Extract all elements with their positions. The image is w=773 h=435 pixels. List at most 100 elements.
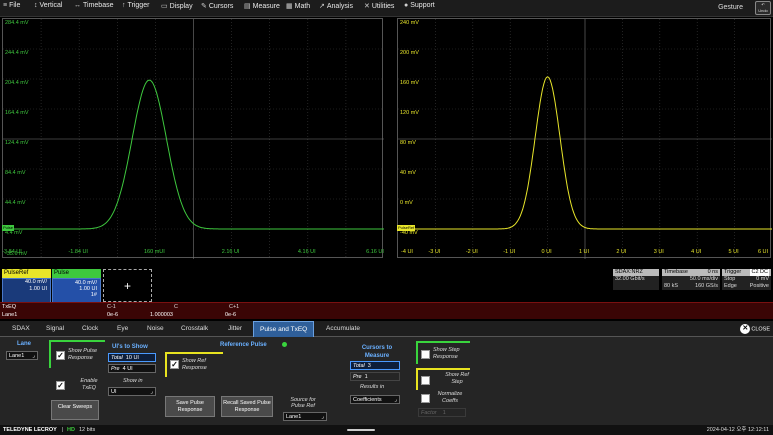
- source-pulse-ref-select[interactable]: Lane1 ⌟: [283, 412, 327, 421]
- display-icon: ▭: [161, 3, 168, 10]
- col-header: C+1: [229, 304, 240, 310]
- show-in-label: Show in: [123, 378, 143, 384]
- menu-measure[interactable]: ▤ Measure: [244, 2, 280, 10]
- right-waveform-grid[interactable]: [397, 18, 772, 259]
- y-tick-label: 164.4 mV: [5, 110, 29, 116]
- trace-marker[interactable]: Pulse: [2, 225, 15, 231]
- factor-field[interactable]: Factor 1: [418, 408, 466, 417]
- cursors-pre-value: 1: [364, 374, 368, 380]
- menu-vertical[interactable]: ↕ Vertical: [34, 2, 62, 9]
- col-value: 0e-6: [225, 312, 237, 318]
- x-tick-label: 160 mUI: [143, 249, 165, 255]
- add-trace-button[interactable]: +: [103, 269, 152, 302]
- trace-descriptor-pulseref[interactable]: PulseRef 40.0 mV/ 1.00 UI: [2, 269, 51, 304]
- tab-signal[interactable]: Signal: [46, 325, 64, 332]
- x-tick-label: 6 UI: [757, 249, 769, 255]
- trigger-icon: ↑: [122, 2, 126, 9]
- datetime-label: 2024-04-12 오후 12:12:11: [706, 427, 769, 433]
- bits-label: 12 bits: [79, 427, 96, 433]
- green-highlight: [49, 340, 105, 342]
- timebase-title: Timebase: [664, 269, 688, 275]
- menu-label: Vertical: [39, 2, 63, 9]
- tab-sdax[interactable]: SDAX: [12, 325, 30, 332]
- show-ref-response-checkbox[interactable]: ✓: [170, 360, 179, 369]
- menu-support[interactable]: ● Support: [404, 2, 435, 9]
- trace-marker[interactable]: PulseRef: [397, 225, 416, 231]
- cursors-pre-label: Pre: [353, 374, 362, 380]
- trace-hscale: 1.00 UI: [29, 286, 47, 292]
- check-icon: ✓: [57, 351, 64, 360]
- show-step-response-checkbox[interactable]: [421, 350, 430, 359]
- x-tick-label: -1.84 UI: [68, 249, 88, 255]
- trace-descriptor-pulse[interactable]: Pulse 40.0 mV/ 1.00 UI 1#: [52, 269, 101, 304]
- save-pulse-response-button[interactable]: Save Pulse Response: [165, 396, 215, 417]
- pre-ui-label: Pre: [111, 366, 120, 372]
- tab-noise[interactable]: Noise: [147, 325, 164, 332]
- sdax-descriptor[interactable]: SDAX:NRZ 32.00 Gbit/s: [613, 269, 659, 290]
- close-button[interactable]: ✕ CLOSE: [740, 324, 770, 334]
- show-ref-step-checkbox[interactable]: [421, 376, 430, 385]
- tab-crosstalk[interactable]: Crosstalk: [181, 325, 208, 332]
- y-tick-label: 284.4 mV: [5, 20, 29, 26]
- lane-select-value: Lane1: [9, 353, 25, 359]
- source-pulse-ref-label: Source for Pulse Ref: [290, 397, 316, 409]
- results-in-select[interactable]: Coefficients ⌟: [350, 395, 400, 404]
- normalize-coeffs-checkbox[interactable]: [421, 394, 430, 403]
- results-value: Coefficients: [353, 397, 382, 403]
- menu-label: Analysis: [326, 3, 353, 10]
- trace-vscale: 40.0 mV/: [24, 279, 47, 285]
- support-icon: ●: [404, 2, 409, 9]
- left-waveform-grid[interactable]: [2, 18, 384, 259]
- home-indicator[interactable]: [347, 429, 375, 431]
- enable-txeq-checkbox[interactable]: ✓: [56, 381, 65, 390]
- green-highlight: [416, 341, 418, 364]
- check-icon: ✓: [57, 381, 64, 390]
- right-grid-svg: [398, 19, 772, 259]
- tab-jitter[interactable]: Jitter: [228, 325, 242, 332]
- total-ui-field[interactable]: Total 10 UI: [108, 353, 156, 362]
- txeq-table[interactable]: TxEQ Lane1 C-1 0e-6 C 1.000003 C+1 0e-6: [0, 302, 773, 319]
- trigger-descriptor[interactable]: Trigger C2 DC Stop 0 mV Edge Positive: [722, 269, 771, 290]
- show-pulse-response-checkbox[interactable]: ✓: [56, 351, 65, 360]
- tab-accumulate[interactable]: Accumulate: [326, 325, 360, 332]
- menu-file[interactable]: ≡ File: [3, 2, 20, 9]
- close-label: CLOSE: [751, 326, 770, 333]
- trigger-level: 0 mV: [756, 276, 769, 282]
- close-icon: ✕: [740, 324, 751, 334]
- tab-pulse-and-txeq[interactable]: Pulse and TxEQ: [253, 321, 315, 337]
- menu-label: Math: [294, 3, 311, 10]
- lane-select[interactable]: Lane1 ⌟: [6, 351, 38, 360]
- uis-title: UI's to Show: [112, 344, 148, 350]
- cursors-total-field[interactable]: Total 3: [350, 361, 400, 370]
- yellow-highlight: [165, 352, 223, 354]
- show-in-value: UI: [111, 389, 117, 395]
- menu-timebase[interactable]: ↔ Timebase: [74, 2, 113, 9]
- show-in-select[interactable]: UI ⌟: [108, 387, 156, 396]
- timebase-scale: 50.0 ms/div: [662, 276, 720, 283]
- clear-sweeps-button[interactable]: Clear Sweeps: [51, 400, 99, 420]
- menu-analysis[interactable]: ↗ Analysis: [319, 2, 353, 10]
- yellow-highlight: [165, 352, 167, 377]
- menu-math[interactable]: ▦ Math: [286, 2, 310, 10]
- cursors-pre-field[interactable]: Pre 1: [350, 372, 400, 381]
- gesture-label[interactable]: Gesture: [718, 4, 743, 11]
- menu-utilities[interactable]: ✕ Utilities: [364, 2, 394, 10]
- factor-label: Factor: [421, 410, 437, 416]
- total-ui-value: 10 UI: [125, 355, 139, 361]
- menu-trigger[interactable]: ↑ Trigger: [122, 2, 149, 9]
- menu-cursors[interactable]: ✎ Cursors: [201, 2, 233, 10]
- menu-display[interactable]: ▭ Display: [161, 2, 193, 10]
- recall-saved-pulse-button[interactable]: Recall Saved Pulse Response: [221, 396, 273, 417]
- x-tick-label: -4 UI: [401, 249, 413, 255]
- tab-clock[interactable]: Clock: [82, 325, 98, 332]
- y-tick-label: 160 mV: [400, 80, 419, 86]
- undo-button[interactable]: ↶ Undo: [755, 1, 771, 15]
- left-grid-svg: [3, 19, 384, 259]
- tab-eye[interactable]: Eye: [117, 325, 128, 332]
- chevron-down-icon: ⌟: [150, 389, 153, 395]
- y-tick-label: 80 mV: [400, 140, 416, 146]
- normalize-coeffs-label: Normalize Coeffs: [437, 391, 463, 404]
- pre-ui-field[interactable]: Pre 4 UI: [108, 364, 156, 373]
- trace-sweeps: 1#: [90, 292, 97, 298]
- timebase-descriptor[interactable]: Timebase 0 ns 50.0 ms/div 80 kS 160 GS/s: [662, 269, 720, 290]
